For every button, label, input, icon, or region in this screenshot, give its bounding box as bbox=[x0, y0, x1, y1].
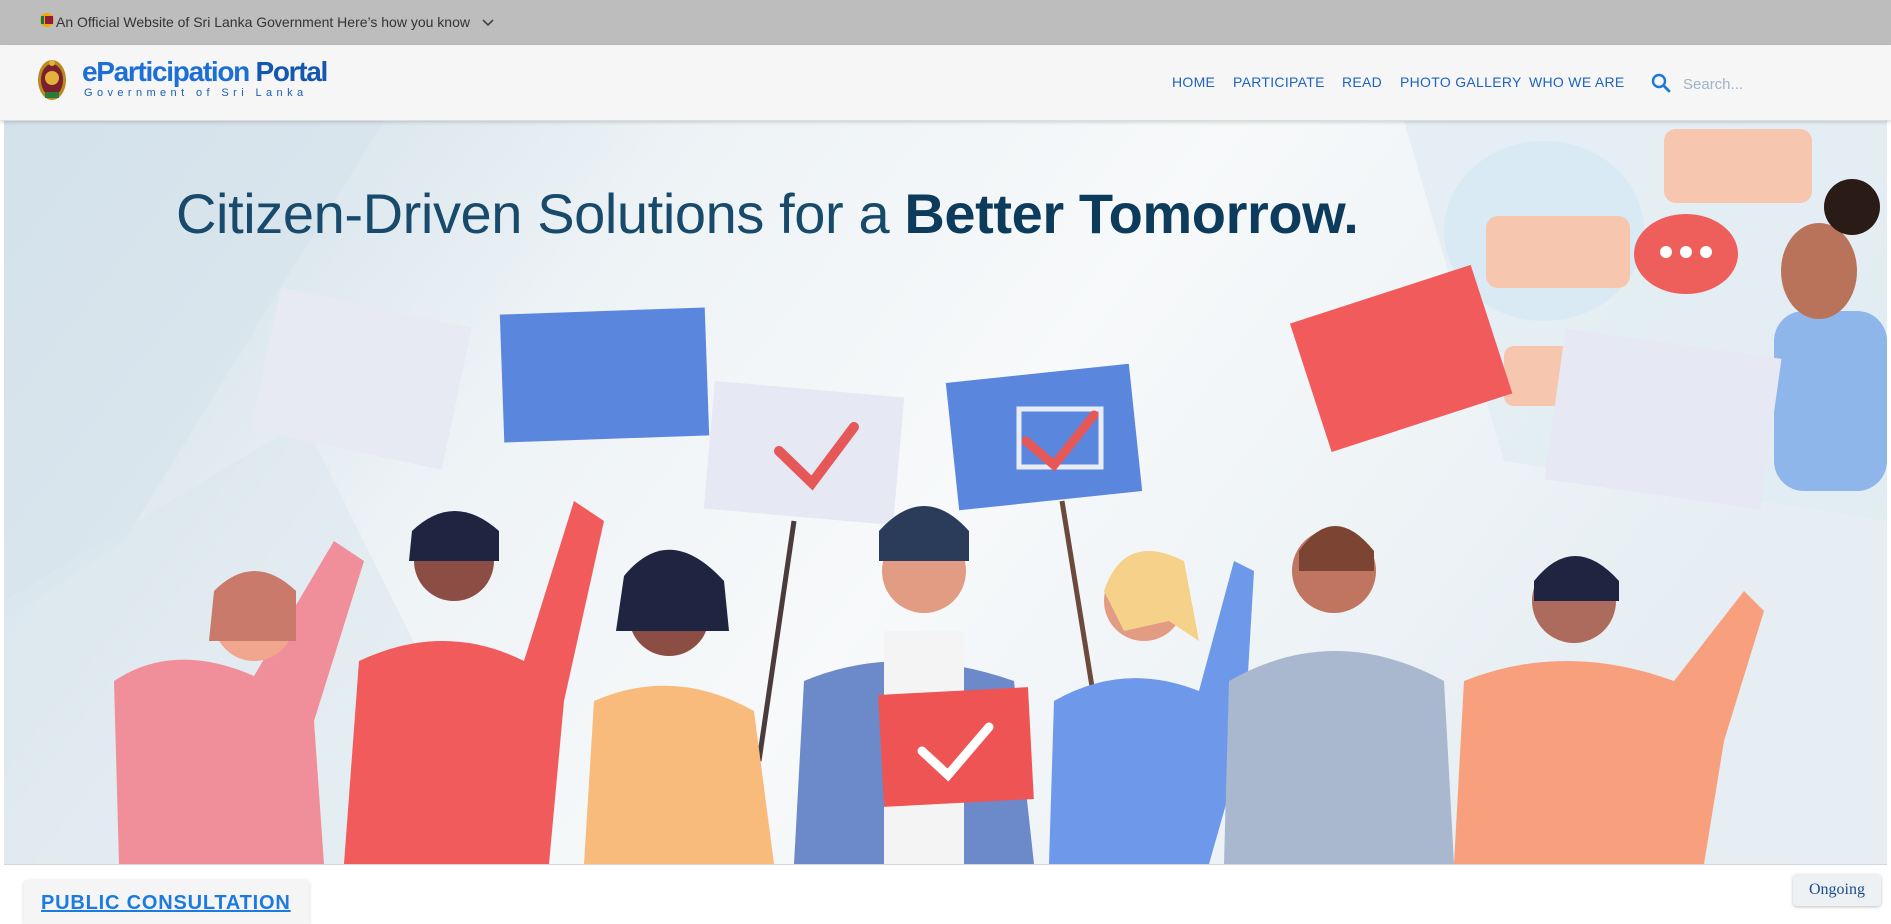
nav-who-we-are[interactable]: WHO WE ARE bbox=[1529, 74, 1625, 90]
hero-headline: Citizen-Driven Solutions for a Better To… bbox=[176, 181, 1359, 246]
chevron-down-icon[interactable] bbox=[480, 14, 496, 30]
portal-title-main: eParticipation bbox=[82, 56, 250, 87]
portal-subtitle: Government of Sri Lanka bbox=[84, 87, 308, 99]
hero-headline-regular: Citizen-Driven Solutions for a bbox=[176, 182, 905, 245]
hero-banner: Citizen-Driven Solutions for a Better To… bbox=[4, 121, 1887, 864]
public-consultation-tab: PUBLIC CONSULTATION bbox=[24, 880, 309, 924]
nav-read[interactable]: READ bbox=[1342, 74, 1382, 90]
nav-home[interactable]: HOME bbox=[1172, 74, 1215, 90]
hero-divider bbox=[4, 864, 1887, 865]
search-icon[interactable] bbox=[1650, 72, 1672, 94]
nav-photo-gallery[interactable]: PHOTO GALLERY bbox=[1400, 74, 1522, 90]
ongoing-button[interactable]: Ongoing bbox=[1793, 874, 1881, 906]
sri-lanka-emblem-icon[interactable] bbox=[36, 56, 68, 104]
official-website-text: An Official Website of Sri Lanka Governm… bbox=[56, 14, 470, 30]
portal-title[interactable]: eParticipation Portal bbox=[82, 56, 328, 87]
site-header: eParticipation Portal Government of Sri … bbox=[0, 45, 1891, 120]
nav-participate[interactable]: PARTICIPATE bbox=[1233, 74, 1325, 90]
hero-headline-bold: Better Tomorrow. bbox=[904, 182, 1359, 245]
official-website-banner: An Official Website of Sri Lanka Governm… bbox=[0, 0, 1891, 45]
sri-lanka-flag-icon bbox=[40, 13, 54, 27]
portal-title-suffix: Portal bbox=[248, 56, 328, 87]
public-consultation-link[interactable]: PUBLIC CONSULTATION bbox=[41, 892, 291, 915]
search-input[interactable] bbox=[1681, 70, 1865, 98]
